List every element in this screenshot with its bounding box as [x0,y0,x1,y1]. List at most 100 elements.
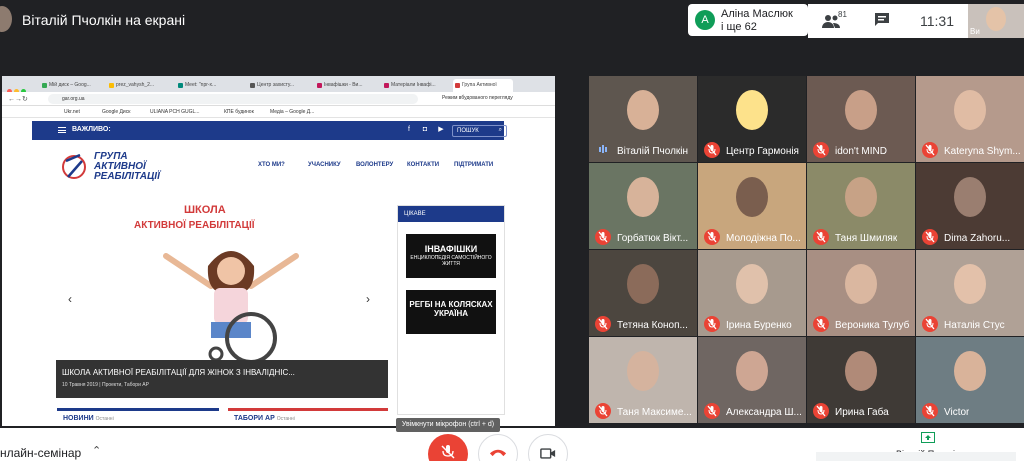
participant-face [845,90,877,130]
browser-tab[interactable]: Meet: "npr-x... [176,79,242,92]
bookmark[interactable]: Google Диск [102,109,130,115]
participant-name: Александра Ш... [726,407,802,418]
present-screen-icon[interactable] [921,432,935,443]
invafishky-banner[interactable]: ІНВАФІШКИ ЕНЦИКЛОПЕДІЯ САМОСТІЙНОГО ЖИТТЯ [406,234,496,278]
participant-name: Таня Максиме... [617,407,692,418]
participant-tile[interactable]: Александра Ш... [698,337,806,423]
rugby-banner[interactable]: РЕГБІ НА КОЛЯСКАХ УКРАЇНА [406,290,496,334]
chat-icon[interactable] [874,12,890,26]
participant-face [954,90,986,130]
participant-face [736,264,768,304]
back-forward-icon[interactable]: ←→↻ [8,95,28,103]
participant-tile[interactable]: idon't MIND [807,76,915,162]
site-logo-icon[interactable] [60,151,88,181]
nav-participant[interactable]: УЧАСНИКУ [308,162,341,168]
caption-meta: 10 Травня 2019 | Проекти, Табори АР [62,382,149,388]
participant-tile[interactable]: Таня Шмиляк [807,163,915,249]
participant-name: Таня Шмиляк [835,233,898,244]
participant-tile[interactable]: Центр Гармонія [698,76,806,162]
mic-muted-icon [922,142,938,158]
self-label: Ви [970,27,980,36]
participant-tile[interactable]: Горбатюк Вікт... [589,163,697,249]
slider-prev-icon[interactable]: ‹ [68,292,72,306]
site-top-bar: ВАЖЛИВО: f ◘ ▶ ПОШУК ⌕ [32,121,507,140]
participant-tile[interactable]: Віталій Пчолкін [589,76,697,162]
caption-title: ШКОЛА АКТИВНОЇ РЕАБІЛІТАЦІЇ ДЛЯ ЖІНОК З … [62,368,295,377]
participant-face [736,177,768,217]
mic-muted-icon [922,229,938,245]
participant-name: Горбатюк Вікт... [617,233,689,244]
address-bar-row: ←→↻ gar.org.ua Режим вбудованого перегля… [2,92,555,106]
participant-tile[interactable]: Таня Максиме... [589,337,697,423]
hero-slider[interactable]: ШКОЛА АКТИВНОЇ РЕАБІЛІТАЦІЇ ‹ › ШКОЛА АК… [56,196,388,426]
logo-line: РЕАБІЛІТАЦІЇ [94,171,160,182]
participant-name: Тетяна Коноп... [617,320,688,331]
bookmark[interactable]: Медіа – Google Д... [270,109,314,115]
participant-tile[interactable]: Ірина Буренко [698,250,806,336]
browser-tab[interactable]: Центр захисту... [248,79,310,92]
participant-face [627,177,659,217]
join-notification[interactable]: A Аліна Маслюк і ще 62 [688,4,808,36]
chevron-up-icon[interactable]: ⌃ [92,444,101,457]
people-count: 81 [838,10,847,19]
participant-face [627,264,659,304]
participant-tile[interactable]: Victor [916,337,1024,423]
shared-screen: Мій диск – Goog... prez_vahysh_2... Meet… [2,76,555,426]
notification-avatar: A [695,10,715,30]
meeting-name[interactable]: нлайн-семінар [0,446,81,460]
mic-muted-icon [922,316,938,332]
participant-tile[interactable]: Молодіжна По... [698,163,806,249]
participant-name: Kateryna Shym... [944,146,1021,157]
browser-tab[interactable]: Інвафішки - Ви... [315,79,377,92]
participant-tile[interactable]: Вероника Тулуб [807,250,915,336]
mic-tooltip: Увімкнути мікрофон (ctrl + d) [396,418,500,432]
nav-contacts[interactable]: КОНТАКТИ [407,162,439,168]
mic-muted-icon [813,142,829,158]
presenter-avatar [0,6,12,32]
menu-icon[interactable] [58,127,66,133]
participant-tile[interactable]: Ирина Габа [807,337,915,423]
participant-name: Віталій Пчолкін [617,146,689,157]
nav-volunteer[interactable]: ВОЛОНТЕРУ [356,162,393,168]
sidebar-heading: ЦІКАВЕ [398,206,504,222]
notification-name: Аліна Маслюк [721,8,793,20]
slider-next-icon[interactable]: › [366,292,370,306]
notification-more: і ще 62 [721,21,757,33]
participant-tile[interactable]: Наталія Стус [916,250,1024,336]
browser-tab[interactable]: Мій диск – Goog... [40,79,100,92]
site-search-label: ПОШУК [457,128,479,134]
site-search[interactable]: ПОШУК ⌕ [452,125,507,137]
participant-face [845,264,877,304]
self-face [986,7,1006,31]
bookmark[interactable]: Ukr.net [64,109,80,115]
browser-tab-active[interactable]: Група Активної [453,79,513,92]
self-view[interactable]: Ви [968,4,1024,38]
facebook-icon[interactable]: f [404,125,414,135]
nav-support[interactable]: ПІДТРИМАТИ [454,162,493,168]
participant-tile[interactable]: Kateryna Shym... [916,76,1024,162]
participant-tile[interactable]: Тетяна Коноп... [589,250,697,336]
camps-tab[interactable]: ТАБОРИ АР Останні [228,408,388,426]
participant-face [954,351,986,391]
slide-title: ШКОЛА [184,204,226,216]
news-tab[interactable]: НОВИНИ Останні [57,408,219,426]
bookmark[interactable]: ULIANA PCH GUGL... [150,109,199,115]
browser-tab[interactable]: prez_vahysh_2... [107,79,169,92]
nav-who-we-are[interactable]: ХТО МИ? [258,162,285,168]
browser-tab[interactable]: Матеріали Інвафі... [382,79,448,92]
mic-muted-icon [704,229,720,245]
participant-face [845,351,877,391]
youtube-icon[interactable]: ▶ [436,125,446,135]
camera-icon [540,448,556,459]
participant-name: Вероника Тулуб [835,320,910,331]
slide-caption[interactable]: ШКОЛА АКТИВНОЇ РЕАБІЛІТАЦІЇ ДЛЯ ЖІНОК З … [56,360,388,398]
url-input[interactable]: gar.org.ua [48,94,418,104]
site-logo-text[interactable]: ГРУПА АКТИВНОЇ РЕАБІЛІТАЦІЇ [94,152,160,182]
reading-mode-toggle[interactable]: Режим вбудованого перегляду [442,95,513,101]
instagram-icon[interactable]: ◘ [420,125,430,135]
participant-tile[interactable]: Dima Zahoru... [916,163,1024,249]
participant-face [954,264,986,304]
mic-muted-icon [595,316,611,332]
bookmark[interactable]: КПЕ будинок [224,109,254,115]
participant-face [845,177,877,217]
